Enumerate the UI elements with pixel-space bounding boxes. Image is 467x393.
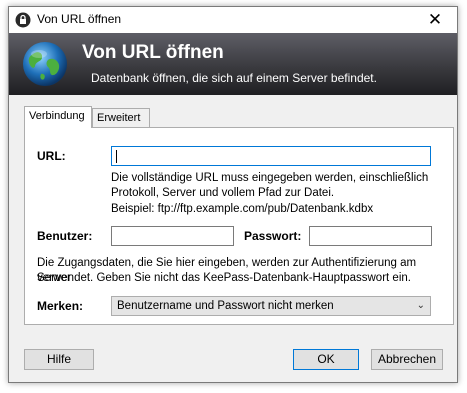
globe-icon	[23, 42, 67, 86]
close-icon[interactable]: ✕	[413, 7, 457, 33]
title-bar: Von URL öffnen ✕	[9, 7, 457, 33]
url-input[interactable]	[111, 146, 431, 166]
info-line2: verwendet. Geben Sie nicht das KeePass-D…	[37, 272, 411, 284]
dialog-window: Von URL öffnen ✕ Von URL öffnen Datenban…	[8, 6, 458, 383]
password-input[interactable]	[309, 226, 432, 246]
keepass-lock-icon	[15, 12, 31, 28]
url-label: URL:	[37, 149, 66, 163]
remember-selected-value: Benutzername und Passwort nicht merken	[117, 300, 334, 312]
banner-title: Von URL öffnen	[82, 42, 224, 63]
tab-panel-verbindung: URL: Die vollständige URL muss eingegebe…	[24, 127, 454, 325]
url-help-line1: Die vollständige URL muss eingegeben wer…	[111, 172, 429, 184]
url-help-line2: Protokoll, Server und vollem Pfad zur Da…	[111, 187, 335, 199]
tab-erweitert[interactable]: Erweitert	[92, 108, 150, 128]
banner-subtitle: Datenbank öffnen, die sich auf einem Ser…	[91, 71, 377, 85]
password-label: Passwort:	[244, 229, 302, 243]
text-caret	[116, 150, 117, 163]
user-input[interactable]	[111, 226, 234, 246]
user-label: Benutzer:	[37, 229, 93, 243]
url-example: Beispiel: ftp://ftp.example.com/pub/Date…	[111, 203, 374, 215]
remember-label: Merken:	[37, 299, 84, 313]
ok-button[interactable]: OK	[293, 349, 359, 370]
cancel-button[interactable]: Abbrechen	[371, 349, 443, 370]
chevron-down-icon: ⌄	[416, 300, 425, 311]
window-title: Von URL öffnen	[37, 12, 122, 26]
remember-select[interactable]: Benutzername und Passwort nicht merken ⌄	[111, 296, 431, 316]
tab-verbindung[interactable]: Verbindung	[24, 106, 92, 128]
header-banner: Von URL öffnen Datenbank öffnen, die sic…	[9, 33, 457, 95]
help-button[interactable]: Hilfe	[24, 349, 94, 370]
